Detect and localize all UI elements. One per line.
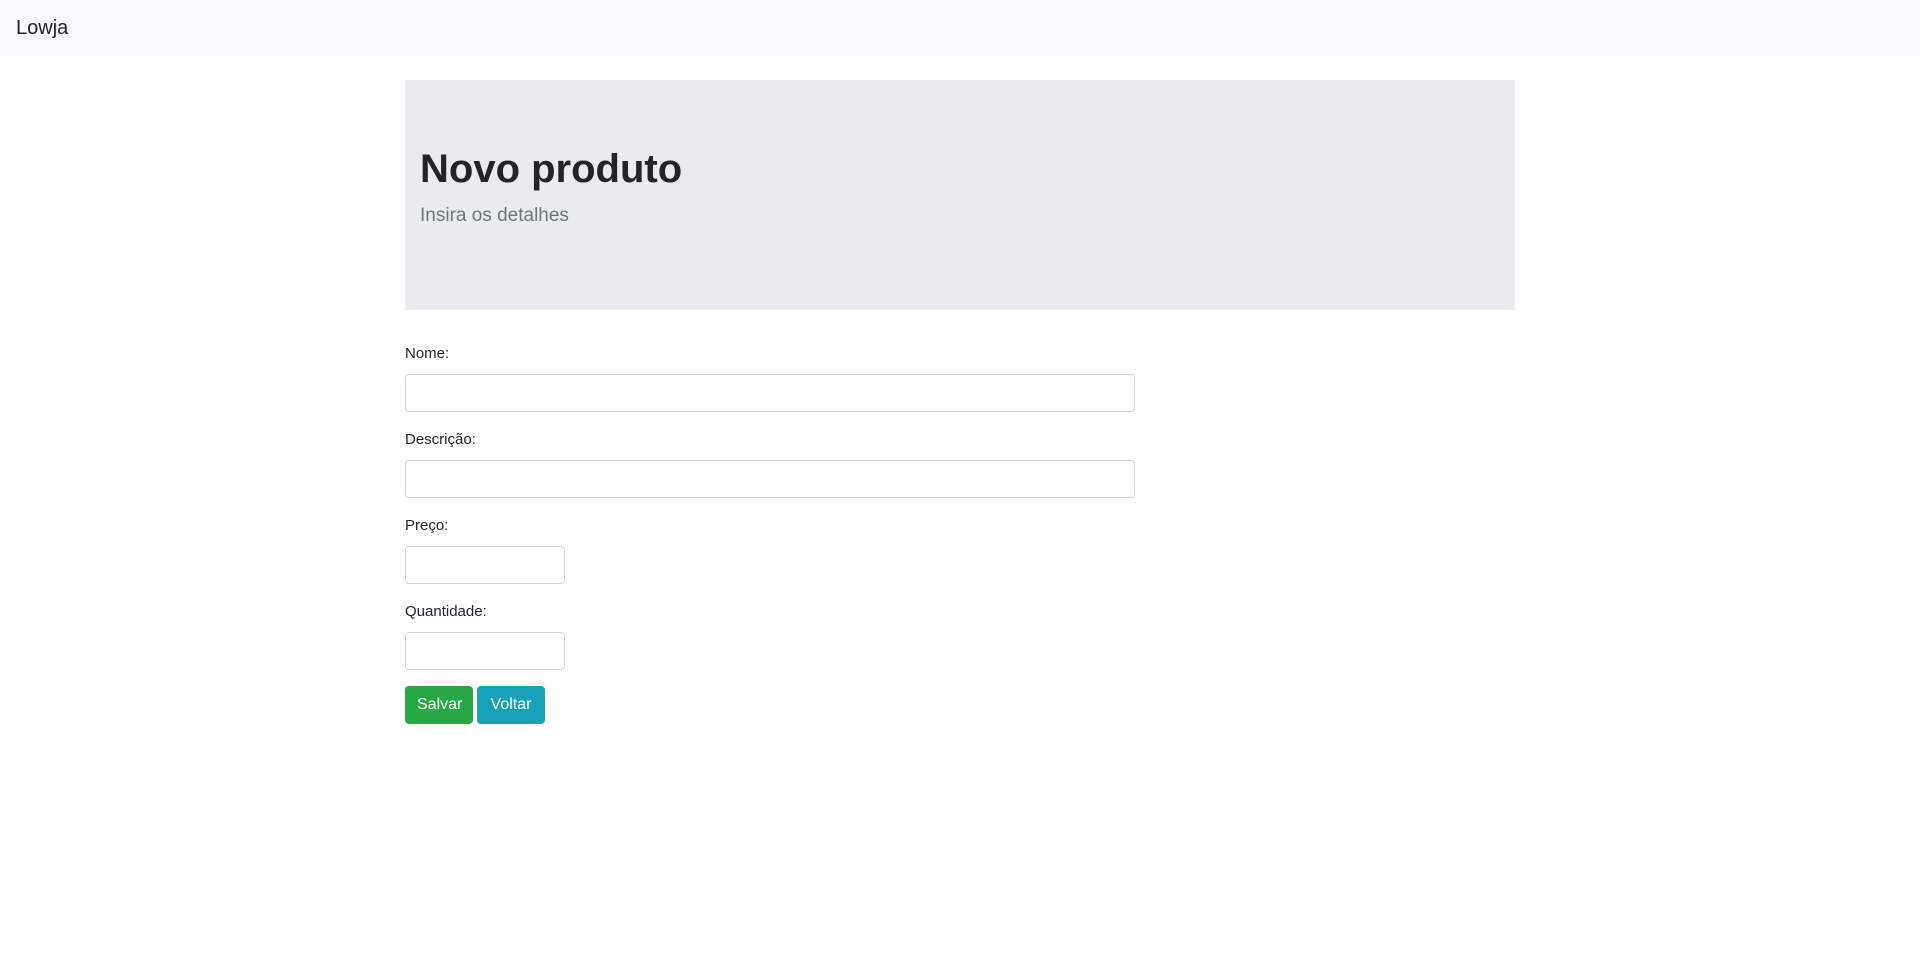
quantidade-label: Quantidade: <box>405 603 487 620</box>
nome-input[interactable] <box>405 374 1135 412</box>
descricao-label: Descrição: <box>405 431 476 448</box>
preco-input[interactable] <box>405 546 565 584</box>
preco-label: Preço: <box>405 517 449 534</box>
save-button[interactable]: Salvar <box>405 686 473 724</box>
quantidade-input[interactable] <box>405 632 565 670</box>
jumbotron: Novo produto Insira os detalhes <box>405 80 1515 310</box>
back-button[interactable]: Voltar <box>477 686 545 724</box>
navbar: Lowja <box>0 0 1920 56</box>
page-subtitle: Insira os detalhes <box>420 205 569 226</box>
page-title: Novo produto <box>420 147 683 191</box>
descricao-input[interactable] <box>405 460 1135 498</box>
navbar-brand[interactable]: Lowja <box>16 15 68 41</box>
nome-label: Nome: <box>405 345 450 362</box>
